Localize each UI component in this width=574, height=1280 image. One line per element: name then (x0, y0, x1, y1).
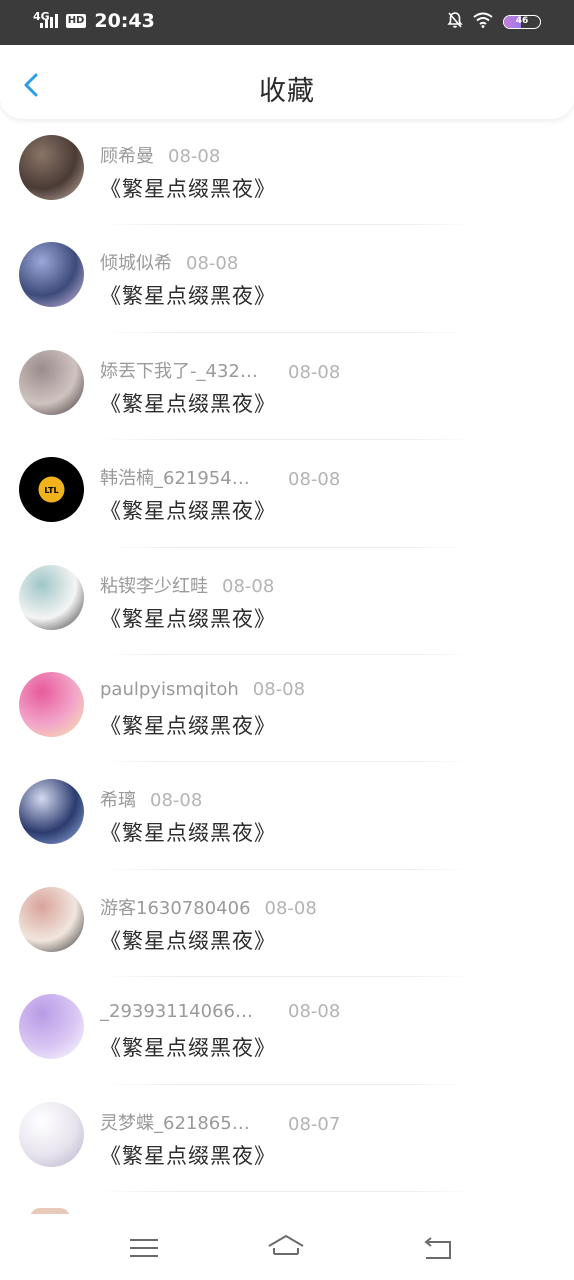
item-date: 08-08 (288, 469, 341, 491)
home-icon (268, 1234, 304, 1255)
battery-icon: 46 (503, 15, 541, 29)
item-date: 08-08 (252, 678, 306, 700)
item-meta: 粘锲李少红畦 08-08 (100, 572, 274, 598)
back-nav-icon (424, 1237, 451, 1259)
item-date: 08-08 (186, 253, 239, 275)
home-button[interactable] (266, 1232, 306, 1264)
avatar[interactable] (19, 135, 84, 200)
work-title[interactable]: 《繁星点缀黑夜》 (100, 817, 276, 847)
mute-bell-icon (447, 11, 463, 33)
back-nav-button[interactable] (418, 1232, 458, 1264)
list-item[interactable]: 希璃 08-08 《繁星点缀黑夜》 (0, 762, 574, 870)
work-title[interactable]: 《繁星点缀黑夜》 (100, 173, 276, 203)
hd-badge: HD (65, 14, 87, 28)
list-item[interactable]: LTL 韩浩楠_6219543… 08-08 《繁星点缀黑夜》 (0, 440, 574, 548)
item-meta: 游客1630780406 08-08 (100, 894, 317, 920)
list-item[interactable]: paulpyismqitoh 08-08 《繁星点缀黑夜》 (0, 655, 574, 763)
item-meta: 韩浩楠_6219543… 08-08 (100, 464, 340, 490)
avatar[interactable] (19, 886, 84, 952)
item-date: 08-08 (168, 146, 221, 167)
menu-button[interactable] (124, 1232, 164, 1264)
item-date: 08-08 (288, 1001, 341, 1023)
username[interactable]: 韩浩楠_6219543… (100, 464, 260, 490)
work-title[interactable]: 《繁星点缀黑夜》 (100, 710, 276, 740)
divider (100, 1190, 474, 1192)
status-time: 20:43 (94, 10, 155, 32)
status-right: 46 (447, 11, 541, 33)
avatar-logo-text: LTL (44, 486, 58, 495)
item-meta: paulpyismqitoh 08-08 (100, 679, 305, 700)
list-item[interactable]: 粘锲李少红畦 08-08 《繁星点缀黑夜》 (0, 548, 574, 655)
list-item[interactable]: 倾城似希 08-08 《繁星点缀黑夜》 (0, 225, 574, 333)
network-type: 4G (33, 9, 50, 23)
list-item[interactable]: 婖丟下我了-_432… 08-08 《繁星点缀黑夜》 (0, 333, 574, 441)
navigation-bar (0, 1214, 574, 1280)
list-item[interactable]: 游客1630780406 08-08 《繁星点缀黑夜》 (0, 870, 574, 978)
item-meta: 灵梦蝶_6218650… 08-07 (100, 1109, 340, 1135)
username[interactable]: 游客1630780406 (100, 898, 251, 919)
avatar[interactable] (19, 1101, 84, 1167)
work-title[interactable]: 《繁星点缀黑夜》 (100, 603, 276, 633)
work-title[interactable]: 《繁星点缀黑夜》 (100, 280, 276, 310)
wifi-icon (473, 12, 493, 32)
item-meta: 婖丟下我了-_432… 08-08 (100, 357, 340, 383)
username[interactable]: 希璃 (100, 790, 136, 811)
work-title[interactable]: 《繁星点缀黑夜》 (100, 1032, 276, 1062)
item-date: 08-08 (222, 575, 275, 597)
avatar[interactable] (19, 564, 84, 630)
username[interactable]: paulpyismqitoh (100, 679, 239, 700)
item-meta: 顾希曼 08-08 (100, 142, 220, 168)
avatar[interactable]: LTL (19, 457, 84, 523)
avatar[interactable] (19, 349, 84, 415)
work-title[interactable]: 《繁星点缀黑夜》 (100, 1140, 276, 1170)
list-item[interactable]: 顾希曼 08-08 《繁星点缀黑夜》 (0, 118, 574, 226)
list-item[interactable]: 灵梦蝶_6218650… 08-07 《繁星点缀黑夜》 (0, 1085, 574, 1192)
avatar[interactable] (19, 779, 84, 845)
work-title[interactable]: 《繁星点缀黑夜》 (100, 388, 276, 418)
avatar[interactable] (19, 242, 84, 308)
avatar[interactable] (19, 994, 84, 1060)
username[interactable]: 粘锲李少红畦 (100, 576, 208, 597)
menu-icon (130, 1239, 158, 1257)
item-meta: 希璃 08-08 (100, 786, 202, 812)
work-title[interactable]: 《繁星点缀黑夜》 (100, 495, 276, 525)
battery-percent: 46 (515, 16, 529, 26)
avatar[interactable] (19, 671, 84, 737)
work-title[interactable]: 《繁星点缀黑夜》 (100, 925, 276, 955)
item-date: 08-07 (288, 1113, 341, 1135)
list-item[interactable]: _293931140662… 08-08 《繁星点缀黑夜》 (0, 977, 574, 1085)
item-meta: _293931140662… 08-08 (100, 1001, 340, 1022)
username[interactable]: 婖丟下我了-_432… (100, 357, 260, 383)
favorites-list: 顾希曼 08-08 《繁星点缀黑夜》 倾城似希 08-08 《繁星点缀黑夜》 婖丟下我了-_… (0, 118, 574, 1192)
status-bar: 4G HD 20:43 46 (0, 0, 574, 45)
page-title: 收藏 (259, 76, 315, 107)
item-meta: 倾城似希 08-08 (100, 249, 238, 275)
item-date: 08-08 (150, 790, 203, 812)
username[interactable]: 顾希曼 (100, 146, 154, 167)
item-date: 08-08 (264, 897, 317, 919)
username[interactable]: 灵梦蝶_6218650… (100, 1109, 260, 1135)
username[interactable]: _293931140662… (100, 1001, 260, 1022)
item-date: 08-08 (288, 361, 341, 383)
status-left: 4G HD 20:43 (33, 10, 155, 32)
header: 收藏 (0, 45, 574, 119)
username[interactable]: 倾城似希 (100, 253, 172, 274)
